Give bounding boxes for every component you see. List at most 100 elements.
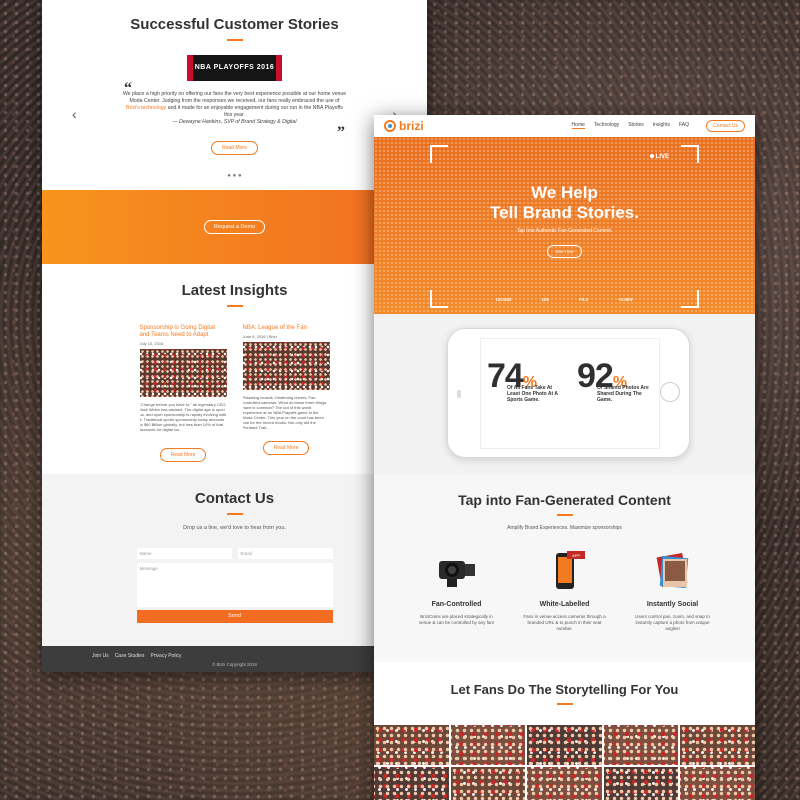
contact-section: Contact Us Drop us a line, we'd love to … [42,474,427,646]
fan-photo[interactable] [680,725,755,765]
camera-stat-aperture: F3.2 [578,297,588,302]
open-quote-icon: “ [124,80,132,97]
brizi-logo[interactable]: brizi [384,119,424,133]
footer-link-privacy-policy[interactable]: Privacy Policy [150,653,181,659]
nav-technology[interactable]: Technology [594,122,619,129]
contact-form: Name Email Message Send [136,548,333,623]
insight-image[interactable] [242,342,330,390]
insight-title[interactable]: NBA: League of the Fan [243,325,330,332]
fan-photo[interactable] [450,725,526,765]
stories-read-more-button[interactable]: Read More [211,141,258,155]
phone-home-button [660,382,680,402]
camera-stats: ISO400 125 F3.2 +2.0EV [374,297,755,302]
feature-title: Instantly Social [646,601,699,608]
fan-photo[interactable] [450,767,526,800]
name-field[interactable]: Name [136,548,232,559]
contact-title: Contact Us [194,490,275,507]
feature-title: Fan-Controlled [431,601,482,608]
feature-fan-controlled: Fan-Controlled BriziCams are placed stra… [415,549,499,632]
quote-text-part1: We place a high priority on offering our… [122,91,347,104]
fan-content-title: Tap into Fan-Generated Content [458,492,671,508]
nav-insights[interactable]: Insights [653,122,670,129]
fan-photo[interactable] [374,767,449,800]
phone-mockup: 74% Of All Fans Take At Least One Photo … [447,328,690,458]
camera-stat-exposure: +2.0EV [617,297,633,302]
insight-excerpt: Pulsating crowds. Deafening cheers. Fan … [242,395,327,430]
nav-faq[interactable]: FAQ [679,122,689,129]
title-underline [226,513,243,515]
message-field[interactable]: Message [136,563,333,607]
fan-photo[interactable] [603,767,679,800]
testimonial-quote: We place a high priority on offering our… [122,91,347,126]
insight-image[interactable] [139,349,227,397]
customer-stories-section: Successful Customer Stories NBA PLAYOFFS… [42,0,427,190]
hero-section: LIVE We Help Tell Brand Stories. Tap Int… [374,137,755,314]
carousel-dots[interactable]: ● ● ● [42,173,427,179]
stories-title: Successful Customer Stories [130,16,339,33]
stat-label: Of All Fans Take At Least One Photo At A… [507,385,558,403]
feature-title: White-Labelled [539,601,590,608]
storytelling-title: Let Fans Do The Storytelling For You [450,682,679,697]
quote-author: — Dewayne Hankins, SVP of Brand Strategy… [172,119,297,125]
request-demo-band: Request a Demo [42,190,427,264]
nav-home[interactable]: Home [571,122,585,129]
title-underline [556,514,573,516]
fan-photo[interactable] [603,725,679,765]
insight-card: NBA: League of the Fan June 8, 2016 | Br… [242,325,330,462]
live-indicator: LIVE [650,154,669,160]
fan-photo-grid [374,725,755,800]
hero-title-line2: Tell Brand Stories. [490,203,639,222]
camera-stat-shutter: 125 [541,297,549,302]
fan-content-section: Tap into Fan-Generated Content Amplify B… [374,474,755,662]
copyright-text: © Brizi Copyright 2016 [211,662,258,667]
title-underline [226,39,243,41]
nav-stories[interactable]: Stories [628,122,644,129]
stat-label: Of Shared Photos Are Shared During The G… [597,385,649,403]
footer-link-join-us[interactable]: Join Us [92,653,109,659]
brizi-logo-icon [384,120,396,132]
insight-read-more-button[interactable]: Read More [262,441,310,455]
phone-app-icon: APP [523,549,607,593]
footer-link-case-studies[interactable]: Case Studies [115,653,145,659]
storytelling-section: Let Fans Do The Storytelling For You [374,662,755,800]
nba-playoffs-banner: NBA PLAYOFFS 2016 [187,55,282,81]
prev-arrow[interactable]: ‹ [72,106,77,122]
stat-74: 74% Of All Fans Take At Least One Photo … [487,359,563,403]
insight-cards: Sponsorship is Going Digital and Teams N… [42,325,427,462]
footer-links: Join Us Case Studies Privacy Policy [92,653,182,659]
fan-photo[interactable] [374,725,449,765]
nav-contact-button[interactable]: Contact Us [706,120,745,132]
right-page-mockup: brizi Home Technology Stories Insights F… [374,115,755,800]
send-button[interactable]: Send [136,610,333,623]
quote-link[interactable]: Brizi's technology [126,105,166,111]
feature-instantly-social: Instantly Social Users control pan, zoom… [631,549,715,632]
hero-subtitle: Tap Into Authentic Fan-Generated Content… [516,228,613,234]
fan-content-subtitle: Amplify Brand Experiences. Maximize spon… [507,525,622,531]
insight-excerpt: "Change before you have to," as legendar… [139,402,227,432]
feature-text: Fans in venue access cameras through a b… [523,614,606,631]
insight-date: July 10, 2016 [139,341,164,346]
top-nav: brizi Home Technology Stories Insights F… [374,115,755,137]
insight-title[interactable]: Sponsorship is Going Digital and Teams N… [140,325,227,339]
email-field[interactable]: Email [237,548,333,559]
stat-92: 92% Of Shared Photos Are Shared During T… [577,359,653,403]
insight-read-more-button[interactable]: Read More [159,448,207,462]
fan-photo[interactable] [680,767,755,800]
insights-title: Latest Insights [181,282,288,299]
close-quote-icon: ” [337,124,345,141]
camera-icon [415,549,499,593]
footer: Join Us Case Studies Privacy Policy © Br… [42,646,427,672]
photo-stack-icon [631,549,715,593]
hero-title-line1: We Help [531,183,598,202]
feature-text: Users control pan, zoom, and snap to ins… [635,614,710,631]
title-underline [556,703,573,705]
feature-list: Fan-Controlled BriziCams are placed stra… [374,549,755,632]
request-demo-button[interactable]: Request a Demo [203,220,266,234]
fan-photo[interactable] [527,725,602,765]
fan-photo[interactable] [527,767,602,800]
see-how-button[interactable]: See How [547,245,582,258]
brizi-logo-text: brizi [399,119,424,133]
feature-white-labelled: APP White-Labelled Fans in venue access … [523,549,607,632]
latest-insights-section: Latest Insights Sponsorship is Going Dig… [42,264,427,474]
phone-screen: 74% Of All Fans Take At Least One Photo … [480,338,660,449]
